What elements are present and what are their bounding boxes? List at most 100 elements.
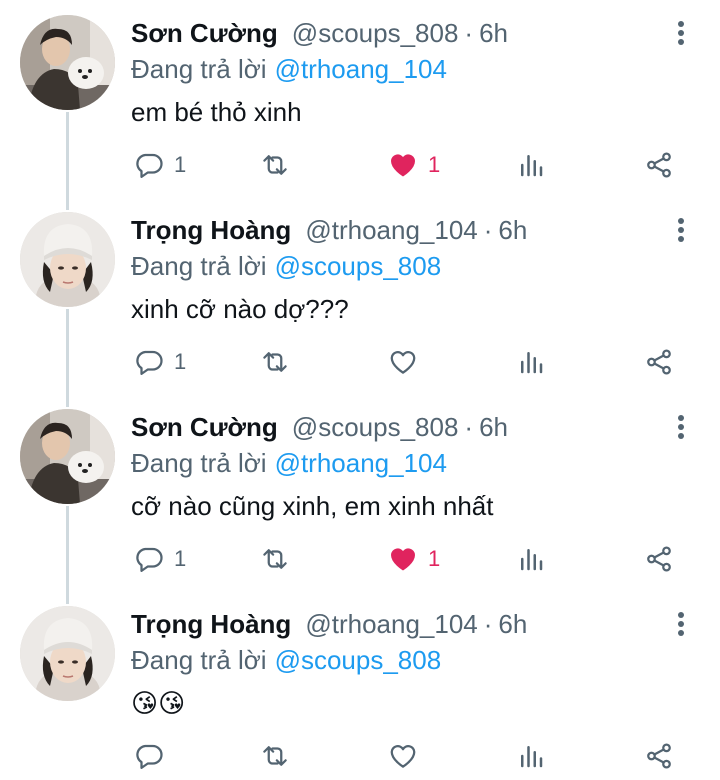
tweet-text: xinh cỡ nào dợ??? — [131, 293, 349, 324]
share-nodes-icon — [644, 741, 674, 771]
replying-to: Đang trả lời @trhoang_104 — [131, 446, 447, 480]
share-nodes-icon — [644, 347, 674, 377]
tweet-header: Sơn Cường @scoups_808 · 6h — [131, 15, 508, 51]
like-button[interactable]: 1 — [388, 148, 440, 182]
reply-button[interactable] — [134, 739, 164, 773]
avatar[interactable] — [20, 409, 115, 504]
share-button[interactable] — [644, 542, 674, 576]
tweet-header: Trọng Hoàng @trhoang_104 · 6h — [131, 606, 527, 642]
replying-to: Đang trả lời @trhoang_104 — [131, 52, 447, 86]
separator-dot: · — [483, 214, 493, 245]
mention-link[interactable]: @scoups_808 — [275, 645, 442, 676]
tweet-text: 😘😘 — [131, 687, 186, 718]
reply-count: 1 — [174, 152, 187, 177]
analytics-button[interactable] — [516, 739, 546, 773]
retweet-button[interactable] — [260, 345, 290, 379]
user-photo-icon — [20, 212, 115, 307]
tweet-text: em bé thỏ xinh — [131, 96, 302, 127]
tweet-actions — [0, 739, 720, 773]
author-handle[interactable]: @scoups_808 — [292, 412, 459, 443]
tweet-actions: 1 1 — [0, 148, 720, 182]
speech-bubble-icon — [134, 347, 164, 377]
replying-to-label: Đang trả lời — [131, 250, 267, 281]
reply-count: 1 — [174, 546, 187, 571]
author-name[interactable]: Sơn Cường — [131, 412, 278, 443]
author-name[interactable]: Sơn Cường — [131, 18, 278, 49]
mention-link[interactable]: @scoups_808 — [275, 251, 442, 282]
bar-chart-icon — [516, 741, 546, 771]
reply-button[interactable]: 1 — [134, 148, 186, 182]
tweet-header: Trọng Hoàng @trhoang_104 · 6h — [131, 212, 527, 248]
user-photo-icon — [20, 15, 115, 110]
author-name[interactable]: Trọng Hoàng — [131, 609, 291, 640]
heart-filled-icon — [388, 150, 418, 180]
speech-bubble-icon — [134, 544, 164, 574]
retweet-button[interactable] — [260, 148, 290, 182]
more-options-button[interactable] — [672, 217, 690, 247]
tweet[interactable]: Trọng Hoàng @trhoang_104 · 6h Đang trả l… — [0, 591, 720, 780]
retweet-button[interactable] — [260, 542, 290, 576]
reply-count: 1 — [174, 349, 187, 374]
replying-to-label: Đang trả lời — [131, 644, 267, 675]
share-button[interactable] — [644, 345, 674, 379]
share-nodes-icon — [644, 544, 674, 574]
replying-to-label: Đang trả lời — [131, 53, 267, 84]
like-count: 1 — [428, 546, 441, 571]
user-photo-icon — [20, 409, 115, 504]
vertical-ellipsis-icon — [672, 415, 690, 439]
tweet-time[interactable]: 6h — [498, 215, 527, 246]
bar-chart-icon — [516, 544, 546, 574]
like-button[interactable] — [388, 345, 418, 379]
tweet-actions: 1 — [0, 345, 720, 379]
tweet-time[interactable]: 6h — [479, 18, 508, 49]
heart-filled-icon — [388, 544, 418, 574]
retweet-button[interactable] — [260, 739, 290, 773]
reply-button[interactable]: 1 — [134, 345, 186, 379]
share-button[interactable] — [644, 739, 674, 773]
separator-dot: · — [483, 608, 493, 639]
retweet-arrows-icon — [260, 544, 290, 574]
heart-icon — [388, 347, 418, 377]
bar-chart-icon — [516, 347, 546, 377]
avatar[interactable] — [20, 212, 115, 307]
analytics-button[interactable] — [516, 542, 546, 576]
more-options-button[interactable] — [672, 611, 690, 641]
tweet[interactable]: Sơn Cường @scoups_808 · 6h Đang trả lời … — [0, 0, 720, 197]
avatar[interactable] — [20, 15, 115, 110]
like-button[interactable]: 1 — [388, 542, 440, 576]
replying-to-label: Đang trả lời — [131, 447, 267, 478]
speech-bubble-icon — [134, 741, 164, 771]
author-handle[interactable]: @scoups_808 — [292, 18, 459, 49]
vertical-ellipsis-icon — [672, 612, 690, 636]
author-handle[interactable]: @trhoang_104 — [305, 215, 477, 246]
retweet-arrows-icon — [260, 347, 290, 377]
replying-to: Đang trả lời @scoups_808 — [131, 249, 441, 283]
tweet-time[interactable]: 6h — [479, 412, 508, 443]
tweet[interactable]: Sơn Cường @scoups_808 · 6h Đang trả lời … — [0, 394, 720, 591]
tweet-header: Sơn Cường @scoups_808 · 6h — [131, 409, 508, 445]
analytics-button[interactable] — [516, 148, 546, 182]
separator-dot: · — [464, 411, 474, 442]
tweet[interactable]: Trọng Hoàng @trhoang_104 · 6h Đang trả l… — [0, 197, 720, 394]
vertical-ellipsis-icon — [672, 218, 690, 242]
author-handle[interactable]: @trhoang_104 — [305, 609, 477, 640]
speech-bubble-icon — [134, 150, 164, 180]
mention-link[interactable]: @trhoang_104 — [275, 448, 447, 479]
reply-button[interactable]: 1 — [134, 542, 186, 576]
vertical-ellipsis-icon — [672, 21, 690, 45]
retweet-arrows-icon — [260, 741, 290, 771]
analytics-button[interactable] — [516, 345, 546, 379]
tweet-time[interactable]: 6h — [498, 609, 527, 640]
avatar[interactable] — [20, 606, 115, 701]
mention-link[interactable]: @trhoang_104 — [275, 54, 447, 85]
more-options-button[interactable] — [672, 414, 690, 444]
user-photo-icon — [20, 606, 115, 701]
tweet-actions: 1 1 — [0, 542, 720, 576]
separator-dot: · — [464, 17, 474, 48]
tweet-text: cỡ nào cũng xinh, em xinh nhất — [131, 490, 494, 521]
author-name[interactable]: Trọng Hoàng — [131, 215, 291, 246]
more-options-button[interactable] — [672, 20, 690, 50]
retweet-arrows-icon — [260, 150, 290, 180]
share-button[interactable] — [644, 148, 674, 182]
like-button[interactable] — [388, 739, 418, 773]
